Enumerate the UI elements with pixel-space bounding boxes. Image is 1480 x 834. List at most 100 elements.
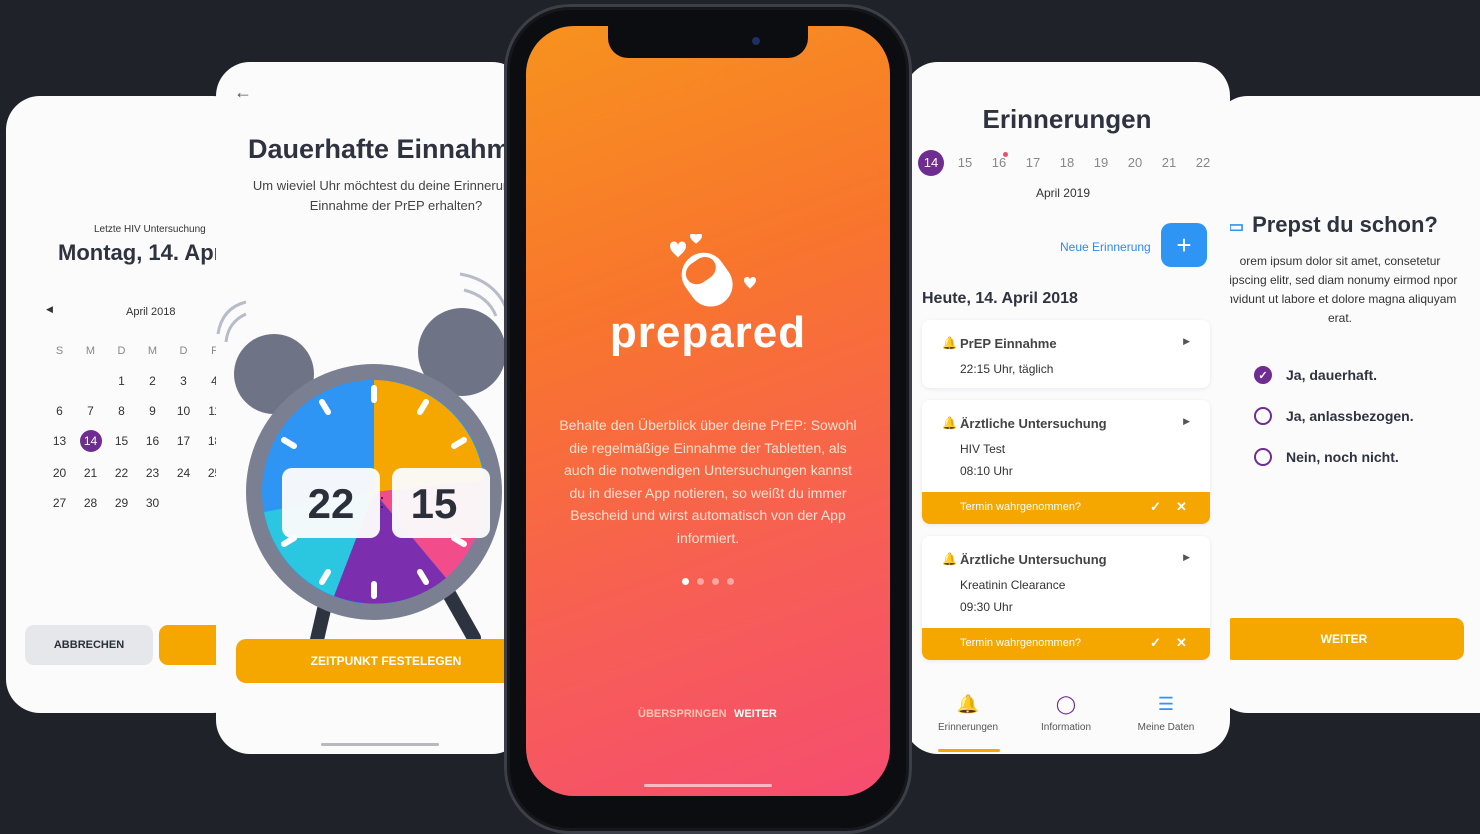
calendar-day[interactable]: 17 — [168, 432, 199, 450]
bell-icon: 🔔 — [942, 552, 957, 566]
page-dot[interactable] — [727, 578, 734, 585]
calendar-day[interactable]: 24 — [168, 464, 199, 482]
option-label: Ja, anlassbezogen. — [1286, 408, 1414, 424]
plus-icon[interactable]: + — [1161, 223, 1207, 267]
calendar-day[interactable]: 2 — [137, 372, 168, 390]
reminder-title: PrEP Einnahme — [960, 336, 1057, 351]
calendar-day[interactable]: 30 — [137, 494, 168, 512]
calendar-grid: S M D M D F 1 2 3 4 6 7 8 9 10 11 13 14 15 16 17 18 20 21 22 23 24… — [44, 342, 230, 512]
intro-description: Behalte den Überblick über deine PrEP: S… — [559, 417, 857, 546]
alarm-hours[interactable]: 22 — [308, 480, 355, 527]
calendar-day[interactable]: 27 — [44, 494, 75, 512]
page-title: ▭ Prepst du schon? — [1228, 212, 1438, 238]
calendar-day[interactable]: 13 — [44, 432, 75, 450]
skip-button[interactable]: ÜBERSPRINGEN — [638, 708, 727, 720]
calendar-day[interactable]: 20 — [44, 464, 75, 482]
calendar-day[interactable]: 9 — [137, 402, 168, 420]
calendar-day[interactable]: 28 — [75, 494, 106, 512]
chevron-left-icon[interactable]: ◀ — [46, 304, 53, 315]
reminder-title: Ärztliche Untersuchung — [960, 416, 1107, 431]
day-chip[interactable]: 16 — [986, 150, 1012, 176]
bell-icon: 🔔 — [956, 694, 980, 714]
arrow-left-icon[interactable]: ← — [234, 82, 252, 103]
calendar-day[interactable]: 22 — [106, 464, 137, 482]
reminder-card[interactable]: 🔔 PrEP Einnahme ▶ 22:15 Uhr, täglich — [922, 320, 1210, 388]
next-button[interactable]: WEITER — [734, 708, 777, 720]
calendar-day[interactable]: 8 — [106, 402, 137, 420]
chevron-right-icon: ▶ — [1183, 552, 1190, 562]
title-text: Prepst du schon? — [1252, 212, 1438, 237]
day-chip[interactable]: 19 — [1088, 150, 1114, 176]
reminder-time: 09:30 Uhr — [960, 600, 1013, 614]
option-ja-anlassbezogen[interactable]: Ja, anlassbezogen. — [1254, 407, 1414, 425]
radio-checked-icon[interactable]: ✓ — [1254, 366, 1272, 384]
page-subtitle: Um wieviel Uhr möchtest du deine Erinner… — [252, 178, 526, 213]
reminder-card[interactable]: 🔔 Ärztliche Untersuchung ▶ HIV Test 08:1… — [922, 400, 1210, 524]
calendar-day[interactable]: 10 — [168, 402, 199, 420]
page-dot[interactable] — [697, 578, 704, 585]
option-nein[interactable]: Nein, noch nicht. — [1254, 448, 1399, 466]
next-button[interactable]: WEITER — [1224, 618, 1464, 660]
calendar-day[interactable]: 29 — [106, 494, 137, 512]
nav-label: Information — [1040, 722, 1092, 733]
close-icon[interactable]: ✕ — [1176, 499, 1187, 515]
alarm-screen: ← Dauerhafte Einnahme Um wieviel Uhr möc… — [216, 62, 526, 754]
day-chip[interactable]: 17 — [1020, 150, 1046, 176]
reminder-detail: 22:15 Uhr, täglich — [960, 362, 1054, 376]
day-chip[interactable]: 21 — [1156, 150, 1182, 176]
nav-item-erinnerungen[interactable]: 🔔 Erinnerungen — [918, 694, 1018, 733]
calendar-screen: Letzte HIV Untersuchung Montag, 14. Apri… — [6, 96, 246, 713]
chevron-right-icon: ▶ — [1183, 336, 1190, 346]
day-chip[interactable]: 14 — [918, 150, 944, 176]
stack-icon: ☰ — [1157, 694, 1175, 714]
close-icon[interactable]: ✕ — [1176, 635, 1187, 651]
nav-item-meine-daten[interactable]: ☰ Meine Daten — [1116, 694, 1216, 733]
calendar-day — [168, 494, 199, 512]
calendar-day[interactable]: 14 — [79, 430, 102, 452]
bottom-nav: 🔔 Erinnerungen ◯ Information ☰ Meine Dat… — [904, 682, 1230, 754]
attendance-prompt: Termin wahrgenommen? ✓ ✕ — [922, 628, 1210, 660]
month-label: April 2019 — [1035, 186, 1091, 200]
reminder-card[interactable]: 🔔 Ärztliche Untersuchung ▶ Kreatinin Cle… — [922, 536, 1210, 660]
day-chip[interactable]: 22 — [1190, 150, 1216, 176]
calendar-month: April 2018 — [126, 306, 176, 318]
calendar-day[interactable]: 15 — [106, 432, 137, 450]
pill-hearts-icon — [670, 234, 756, 307]
page-indicator — [682, 578, 734, 585]
alarm-minutes[interactable]: 15 — [411, 480, 458, 527]
radio-icon[interactable] — [1254, 407, 1272, 425]
attendance-question: Termin wahrgenommen? — [960, 501, 1082, 513]
option-ja-dauerhaft[interactable]: ✓ Ja, dauerhaft. — [1254, 366, 1377, 384]
app-brand: prepared — [609, 308, 807, 357]
nav-label: Meine Daten — [1137, 722, 1195, 733]
calendar-day[interactable]: 23 — [137, 464, 168, 482]
cancel-button[interactable]: ABBRECHEN — [25, 625, 153, 665]
check-icon[interactable]: ✓ — [1150, 499, 1161, 515]
calendar-day[interactable]: 16 — [137, 432, 168, 450]
day-chip[interactable]: 20 — [1122, 150, 1148, 176]
reminder-detail: Kreatinin Clearance — [960, 578, 1066, 592]
page-title: Erinnerungen — [982, 104, 1152, 134]
calendar-day[interactable]: 21 — [75, 464, 106, 482]
set-time-button[interactable]: ZEITPUNKT FESTELEGEN — [236, 639, 526, 683]
day-chip[interactable]: 18 — [1054, 150, 1080, 176]
calendar-day[interactable]: 3 — [168, 372, 199, 390]
calendar-day[interactable]: 1 — [106, 372, 137, 390]
page-dot[interactable] — [712, 578, 719, 585]
phone-notch — [608, 26, 808, 58]
home-indicator — [321, 743, 439, 746]
new-reminder-label[interactable]: Neue Erinnerung — [1060, 240, 1151, 254]
bell-icon: 🔔 — [942, 336, 957, 350]
day-chip[interactable]: 15 — [952, 150, 978, 176]
check-icon[interactable]: ✓ — [1150, 635, 1161, 651]
document-icon: ▭ — [1228, 217, 1245, 236]
calendar-day[interactable]: 7 — [75, 402, 106, 420]
attendance-prompt: Termin wahrgenommen? ✓ ✕ — [922, 492, 1210, 524]
calendar-day[interactable]: 6 — [44, 402, 75, 420]
calendar-day — [75, 372, 106, 390]
page-dot[interactable] — [682, 578, 689, 585]
nav-item-information[interactable]: ◯ Information — [1016, 694, 1116, 733]
reminder-detail: HIV Test — [960, 442, 1006, 456]
splash-screen: prepared Behalte den Überblick über dein… — [526, 26, 890, 796]
radio-icon[interactable] — [1254, 448, 1272, 466]
